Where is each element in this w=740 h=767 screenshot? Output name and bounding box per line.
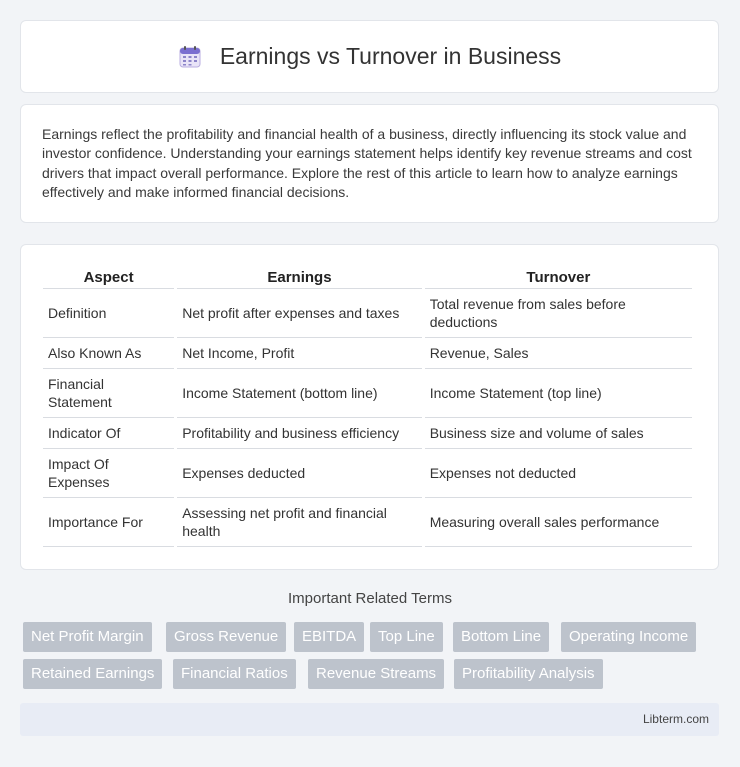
tag-top-line[interactable]: Top Line [370, 622, 443, 652]
table-cell: Total revenue from sales before deductio… [424, 289, 692, 338]
intro-card: Earnings reflect the profitability and f… [20, 104, 719, 223]
comparison-table: Aspect Earnings Turnover Definition Net … [40, 265, 695, 547]
table-cell: Revenue, Sales [424, 338, 692, 369]
table-cell: Also Known As [43, 338, 175, 369]
table-row: Definition Net profit after expenses and… [43, 289, 692, 338]
table-cell: Financial Statement [43, 369, 175, 418]
table-cell: Net profit after expenses and taxes [177, 289, 422, 338]
table-row: Impact Of Expenses Expenses deducted Exp… [43, 449, 692, 498]
header-card: Earnings vs Turnover in Business [20, 20, 719, 93]
table-row: Financial Statement Income Statement (bo… [43, 369, 692, 418]
table-row: Importance For Assessing net profit and … [43, 498, 692, 547]
table-cell: Business size and volume of sales [424, 418, 692, 449]
calendar-icon [178, 45, 202, 69]
tag-operating-income[interactable]: Operating Income [561, 622, 697, 652]
table-cell: Definition [43, 289, 175, 338]
tag-retained-earnings[interactable]: Retained Earnings [23, 659, 163, 689]
tag-net-profit-margin[interactable]: Net Profit Margin [23, 622, 152, 652]
table-cell: Expenses deducted [177, 449, 422, 498]
footer: Libterm.com [20, 703, 719, 736]
table-row: Also Known As Net Income, Profit Revenue… [43, 338, 692, 369]
table-cell: Impact Of Expenses [43, 449, 175, 498]
page-title: Earnings vs Turnover in Business [219, 43, 562, 69]
comparison-table-card: Aspect Earnings Turnover Definition Net … [20, 244, 719, 570]
table-cell: Importance For [43, 498, 175, 547]
tag-bottom-line[interactable]: Bottom Line [453, 622, 550, 652]
table-cell: Indicator Of [43, 418, 175, 449]
table-cell: Income Statement (bottom line) [177, 369, 422, 418]
related-terms-title: Important Related Terms [288, 590, 452, 607]
footer-site-link[interactable]: Libterm.com [643, 712, 709, 726]
header-aspect: Aspect [43, 265, 175, 289]
table-cell: Measuring overall sales performance [424, 498, 692, 547]
table-cell: Assessing net profit and financial healt… [177, 498, 422, 547]
tag-financial-ratios[interactable]: Financial Ratios [173, 659, 296, 689]
table-cell: Expenses not deducted [424, 449, 692, 498]
tag-gross-revenue[interactable]: Gross Revenue [166, 622, 287, 652]
intro-text: Earnings reflect the profitability and f… [42, 126, 692, 200]
tag-profitability-analysis[interactable]: Profitability Analysis [454, 659, 603, 689]
tag-revenue-streams[interactable]: Revenue Streams [308, 659, 445, 689]
tag-ebitda[interactable]: EBITDA [294, 622, 365, 652]
table-cell: Profitability and business efficiency [177, 418, 422, 449]
table-header-row: Aspect Earnings Turnover [43, 265, 692, 289]
table-cell: Net Income, Profit [177, 338, 422, 369]
table-cell: Income Statement (top line) [424, 369, 692, 418]
header-turnover: Turnover [424, 265, 692, 289]
table-row: Indicator Of Profitability and business … [43, 418, 692, 449]
header-earnings: Earnings [177, 265, 422, 289]
